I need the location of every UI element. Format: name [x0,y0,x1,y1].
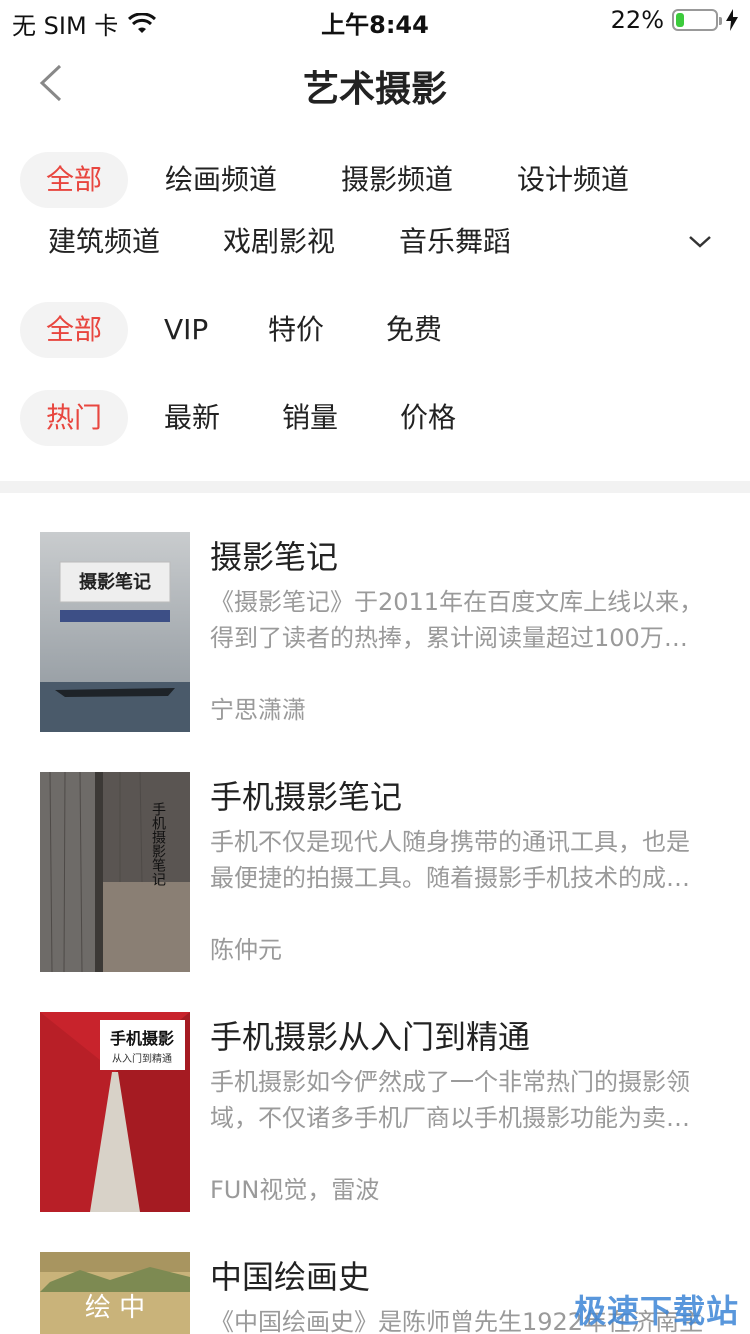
description-line: 最便捷的拍摄工具。随着摄影手机技术的成… [210,864,690,892]
status-right: 22% [611,6,738,34]
book-title[interactable]: 中国绘画史 [210,1252,370,1298]
book-author: 宁思潇潇 [210,696,306,724]
channel-drama-film[interactable]: 戏剧影视 [223,214,335,270]
cover-title: 手机摄影 [110,1029,174,1048]
book-description: 手机摄影如今俨然成了一个非常热门的摄影领 域，不仅诸多手机厂商以手机摄影功能为卖… [210,1064,710,1136]
cover-title: 摄影笔记 [79,571,151,593]
cover-image: 摄影笔记 [40,532,190,732]
price-vip[interactable]: VIP [164,302,208,358]
cover-subtitle: 从入门到精通 [112,1052,172,1065]
description-line: 《摄影笔记》于2011年在百度文库上线以来， [210,588,704,616]
sort-hot[interactable]: 热门 [20,390,128,446]
cover-image: 手机摄影 从入门到精通 [40,1012,190,1212]
book-title[interactable]: 手机摄影从入门到精通 [210,1012,530,1058]
book-title[interactable]: 手机摄影笔记 [210,772,402,818]
book-author: FUN视觉，雷波 [210,1176,380,1204]
book-cover[interactable]: 手机摄影笔记 [40,772,190,972]
book-cover[interactable]: 绘 中 [40,1252,190,1334]
sort-sales[interactable]: 销量 [282,390,338,446]
book-item[interactable]: 手机摄影笔记 手机摄影笔记 手机不仅是现代人随身携带的通讯工具，也是 最便捷的拍… [0,772,750,1012]
cover-image: 手机摄影笔记 [40,772,190,972]
description-line: 手机摄影如今俨然成了一个非常热门的摄影领 [210,1068,690,1096]
section-divider [0,481,750,493]
channel-design[interactable]: 设计频道 [517,152,629,208]
book-item[interactable]: 摄影笔记 摄影笔记 《摄影笔记》于2011年在百度文库上线以来， 得到了读者的热… [0,532,750,772]
description-line: 手机不仅是现代人随身携带的通讯工具，也是 [210,828,690,856]
channel-music-dance[interactable]: 音乐舞蹈 [399,214,511,270]
book-cover[interactable]: 手机摄影 从入门到精通 [40,1012,190,1212]
price-all[interactable]: 全部 [20,302,128,358]
book-description: 《摄影笔记》于2011年在百度文库上线以来， 得到了读者的热捧，累计阅读量超过1… [210,584,710,656]
sort-newest[interactable]: 最新 [164,390,220,446]
book-cover[interactable]: 摄影笔记 [40,532,190,732]
sort-price[interactable]: 价格 [400,390,456,446]
book-title[interactable]: 摄影笔记 [210,532,338,578]
channel-all[interactable]: 全部 [20,152,128,208]
nav-bar: 艺术摄影 [0,40,750,128]
price-free[interactable]: 免费 [386,302,442,358]
battery-cap [719,17,722,25]
cover-image: 绘 中 [40,1252,190,1334]
watermark-logo: 极速下载站 [574,1292,740,1330]
channel-photography[interactable]: 摄影频道 [341,152,453,208]
book-author: 陈仲元 [210,936,282,964]
book-description: 手机不仅是现代人随身携带的通讯工具，也是 最便捷的拍摄工具。随着摄影手机技术的成… [210,824,710,896]
channel-architecture[interactable]: 建筑频道 [48,214,160,270]
status-bar: 无 SIM 卡 上午8:44 22% [0,0,750,40]
expand-channels-chevron-icon[interactable] [686,232,714,252]
cover-title: 手机摄影笔记 [150,802,166,886]
book-item[interactable]: 手机摄影 从入门到精通 手机摄影从入门到精通 手机摄影如今俨然成了一个非常热门的… [0,1012,750,1252]
charging-bolt-icon [726,9,738,31]
cover-title: 绘 中 [85,1293,145,1323]
battery-percent: 22% [610,6,664,34]
battery-fill [676,13,685,27]
battery-icon [672,9,722,31]
price-discount[interactable]: 特价 [268,302,324,358]
description-line: 得到了读者的热捧，累计阅读量超过100万，… [210,624,710,652]
description-line: 域，不仅诸多手机厂商以手机摄影功能为卖… [210,1104,690,1132]
page-title: 艺术摄影 [302,69,447,110]
channel-painting[interactable]: 绘画频道 [165,152,277,208]
